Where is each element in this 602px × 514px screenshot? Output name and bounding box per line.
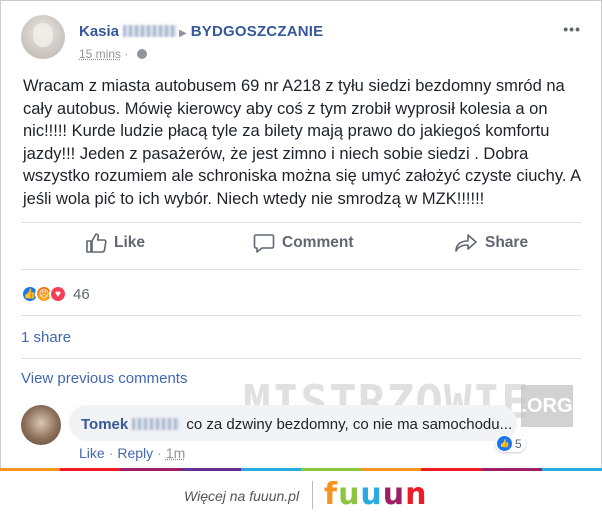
footer-divider bbox=[312, 481, 313, 509]
like-reaction-icon: 👍 bbox=[497, 436, 512, 451]
comment-author[interactable]: Tomek bbox=[81, 416, 182, 433]
comment-button[interactable]: Comment bbox=[253, 233, 353, 253]
divider bbox=[21, 222, 581, 223]
comment-label: Comment bbox=[282, 234, 354, 251]
comment-text: co za dzwiny bezdomny, co nie ma samocho… bbox=[186, 416, 513, 433]
like-label: Like bbox=[114, 234, 146, 251]
post-header: Kasia ▶ BYDGOSZCZANIE bbox=[79, 23, 323, 40]
stripe-segment bbox=[60, 468, 121, 471]
stripe-segment bbox=[0, 468, 61, 471]
author-name[interactable]: Kasia bbox=[79, 23, 119, 40]
post-text: Wracam z miasta autobusem 69 nr A218 z t… bbox=[23, 77, 581, 208]
share-button[interactable]: Share bbox=[454, 233, 528, 253]
facebook-post-card: Kasia ▶ BYDGOSZCZANIE 15 mins · ••• Wracam… bbox=[0, 0, 602, 470]
comment-reply-link[interactable]: Reply bbox=[117, 445, 153, 461]
divider bbox=[21, 358, 581, 359]
logo-letter: n bbox=[405, 477, 428, 512]
stripe-segment bbox=[541, 468, 602, 471]
reactions-summary[interactable]: 👍 😠 ♥ 46 bbox=[21, 285, 90, 303]
thumbs-up-icon bbox=[86, 233, 107, 253]
reaction-count: 46 bbox=[73, 285, 90, 303]
stripe-segment bbox=[180, 468, 241, 471]
stripe-segment bbox=[481, 468, 542, 471]
logo-letter: f bbox=[324, 477, 339, 512]
group-name[interactable]: BYDGOSZCZANIE bbox=[191, 23, 324, 40]
view-previous-comments-link[interactable]: View previous comments bbox=[21, 370, 187, 387]
divider bbox=[21, 269, 581, 270]
logo-letter: u bbox=[382, 477, 406, 512]
fuuun-logo[interactable]: fuuun bbox=[324, 477, 428, 512]
comment-content: Tomek co za dzwiny bezdomny, co nie ma s… bbox=[81, 416, 512, 433]
comment-like-link[interactable]: Like bbox=[79, 445, 105, 461]
arrow-right-icon: ▶ bbox=[179, 28, 187, 39]
watermark-org: .ORG bbox=[521, 385, 573, 427]
share-count-link[interactable]: 1 share bbox=[21, 329, 71, 346]
comment-reactions[interactable]: 👍 5 bbox=[495, 435, 526, 452]
comment-reaction-count: 5 bbox=[515, 436, 522, 451]
footer-link[interactable]: Więcej na fuuun.pl bbox=[184, 488, 299, 504]
blurred-surname bbox=[132, 418, 181, 430]
share-label: Share bbox=[485, 234, 529, 251]
stripe-segment bbox=[361, 468, 422, 471]
love-reaction-icon: ♥ bbox=[49, 285, 67, 303]
blurred-surname bbox=[123, 25, 178, 37]
author-avatar[interactable] bbox=[21, 15, 65, 59]
post-time[interactable]: 15 mins bbox=[79, 47, 121, 61]
stripe-segment bbox=[421, 468, 482, 471]
comment-time[interactable]: 1m bbox=[166, 445, 185, 461]
commenter-avatar[interactable] bbox=[21, 405, 61, 445]
globe-icon bbox=[136, 49, 147, 59]
stripe-segment bbox=[120, 468, 181, 471]
rainbow-stripe bbox=[0, 468, 602, 471]
more-options-icon[interactable]: ••• bbox=[563, 21, 581, 37]
like-button[interactable]: Like bbox=[85, 233, 145, 253]
stripe-segment bbox=[240, 468, 302, 471]
post-meta: 15 mins · bbox=[79, 47, 147, 61]
share-arrow-icon bbox=[455, 234, 477, 252]
logo-letter: u bbox=[338, 477, 361, 512]
stripe-segment bbox=[301, 468, 362, 471]
divider bbox=[21, 315, 581, 316]
comment-actions: Like · Reply · 1m bbox=[79, 445, 186, 461]
comment-icon bbox=[253, 234, 275, 253]
logo-letter: u bbox=[360, 477, 383, 512]
